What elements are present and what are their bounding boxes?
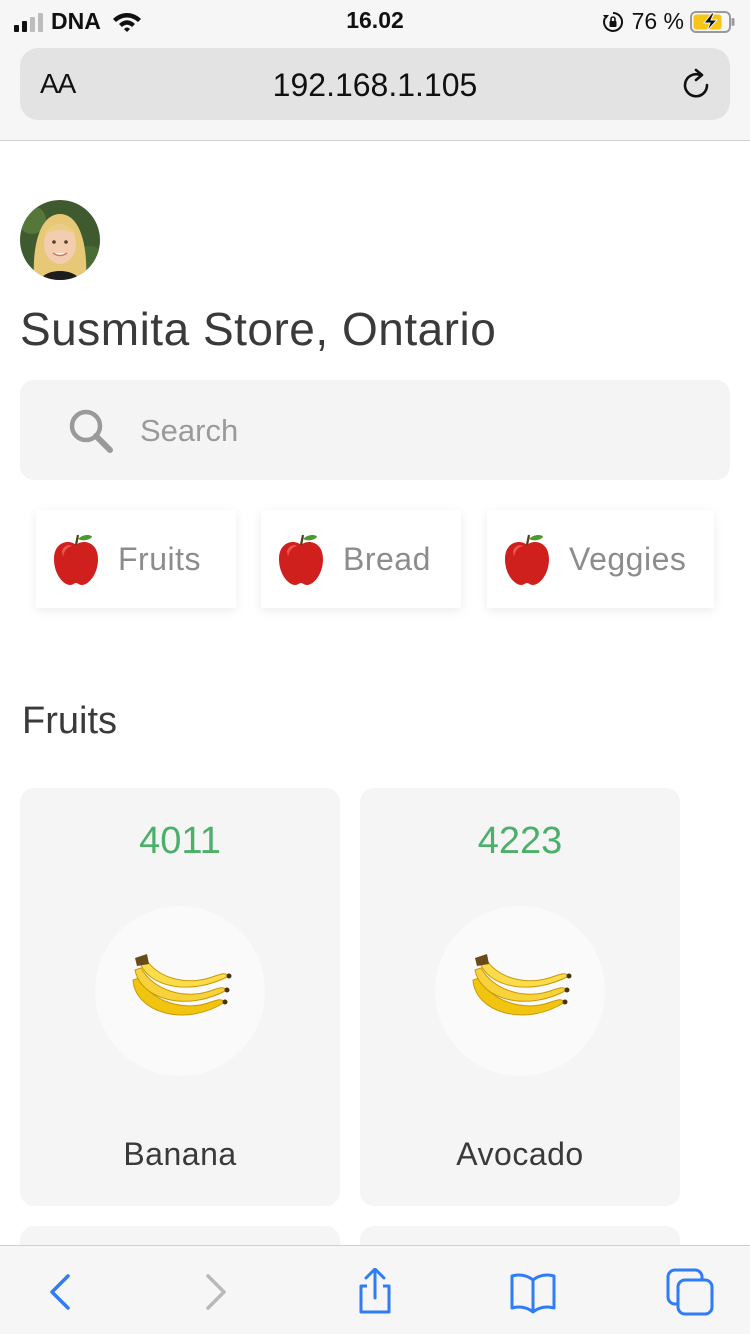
apple-icon (503, 531, 551, 587)
category-chip-veggies[interactable]: Veggies (487, 510, 714, 608)
store-title: Susmita Store, Ontario (20, 303, 497, 355)
browser-toolbar (0, 1245, 750, 1334)
product-name: Avocado (456, 1136, 584, 1172)
product-image-circle (95, 906, 265, 1076)
product-image-circle (435, 906, 605, 1076)
tabs-icon[interactable] (666, 1268, 714, 1316)
screen: DNA 16.02 76 % AA 192.168.1.105 Susmita … (0, 0, 750, 1334)
search-input[interactable] (140, 406, 700, 456)
browser-address-area: AA 192.168.1.105 (0, 40, 750, 141)
product-card-avocado[interactable]: 4223 Avocado (360, 788, 680, 1206)
avatar[interactable] (20, 200, 100, 280)
status-right: 76 % (602, 8, 736, 35)
battery-charging-icon (690, 10, 735, 33)
category-chip-fruits[interactable]: Fruits (36, 510, 236, 608)
orientation-lock-icon (602, 11, 623, 32)
search-box[interactable] (20, 380, 730, 480)
banana-icon (465, 950, 575, 1030)
category-label: Veggies (569, 540, 687, 577)
search-icon (69, 409, 113, 453)
category-chip-bread[interactable]: Bread (261, 510, 461, 608)
product-code: 4223 (477, 820, 563, 862)
reload-icon[interactable] (680, 68, 714, 102)
share-icon[interactable] (351, 1268, 399, 1316)
banana-icon (125, 950, 235, 1030)
back-icon[interactable] (36, 1268, 84, 1316)
product-card-banana[interactable]: 4011 Banana (20, 788, 340, 1206)
product-code: 4011 (139, 820, 221, 862)
category-label: Fruits (118, 540, 201, 577)
status-bar: DNA 16.02 76 % (0, 0, 750, 40)
avatar-photo (20, 200, 100, 280)
section-title: Fruits (22, 700, 117, 742)
category-label: Bread (343, 540, 431, 577)
apple-icon (277, 531, 325, 587)
address-bar[interactable]: AA 192.168.1.105 (20, 48, 730, 120)
battery-percent: 76 % (631, 8, 684, 34)
product-name: Banana (123, 1136, 237, 1172)
apple-icon (52, 531, 100, 587)
url-text[interactable]: 192.168.1.105 (20, 67, 730, 104)
bookmarks-icon[interactable] (509, 1268, 557, 1316)
forward-icon[interactable] (192, 1268, 240, 1316)
